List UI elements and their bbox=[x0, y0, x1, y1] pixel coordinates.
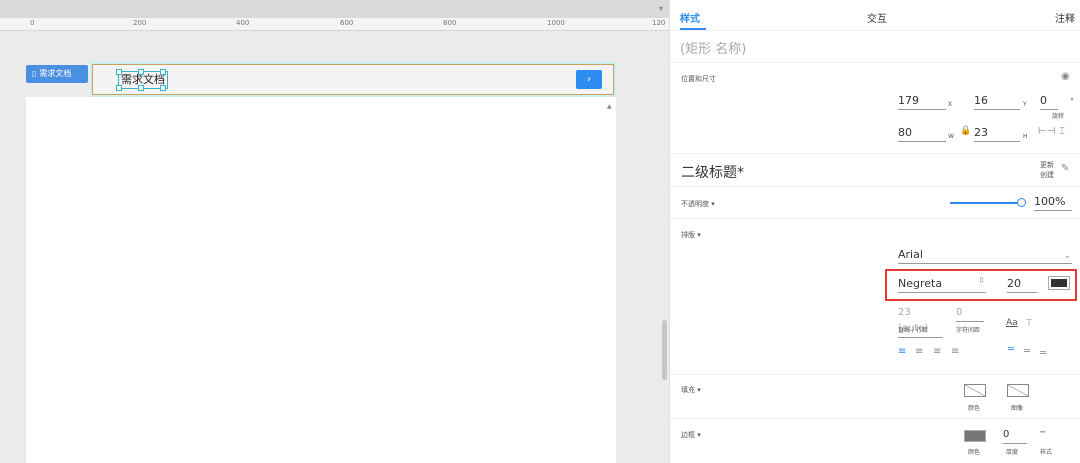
divider bbox=[670, 374, 1080, 375]
resize-handle[interactable] bbox=[138, 85, 144, 91]
align-right-icon[interactable]: ≡ bbox=[933, 346, 941, 357]
typography-label: 排版 ▾ bbox=[681, 231, 701, 239]
eye-icon[interactable]: ◉ bbox=[1061, 71, 1070, 82]
fill-color-label: 颜色 bbox=[968, 405, 981, 412]
font-family-select[interactable]: Arial bbox=[898, 247, 1072, 264]
scroll-up-icon[interactable]: ▲ bbox=[607, 103, 612, 110]
chevron-right-icon: › bbox=[587, 74, 591, 85]
align-left-icon[interactable]: ≡ bbox=[898, 346, 906, 357]
w-unit: W bbox=[948, 133, 954, 140]
rotation-field[interactable]: 0 bbox=[1040, 93, 1058, 110]
document-icon: ▯ bbox=[32, 69, 37, 78]
letter-spacing-label: 字符间距 bbox=[956, 327, 981, 334]
inspector-panel: 样式 交互 注释 (矩形 名称) 位置和尺寸 ◉ 179 X 16 Y 0 ° … bbox=[669, 0, 1080, 463]
border-style-icon[interactable]: ┅ bbox=[1040, 428, 1045, 438]
x-field[interactable]: 179 bbox=[898, 93, 946, 110]
border-label: 边框 ▾ bbox=[681, 431, 701, 439]
tag-label: 需求文档 bbox=[39, 69, 72, 78]
ruler-label: 1000 bbox=[547, 19, 565, 27]
fit-height-icon[interactable]: ⌶ bbox=[1059, 126, 1065, 137]
border-color-swatch[interactable] bbox=[964, 430, 986, 442]
ruler-label: 200 bbox=[133, 19, 147, 27]
shape-name-field[interactable]: (矩形 名称) bbox=[680, 38, 980, 57]
create-style-link[interactable]: 创建 bbox=[1040, 170, 1054, 180]
resize-handle[interactable] bbox=[138, 69, 144, 75]
opacity-label: 不透明度 ▾ bbox=[681, 200, 715, 208]
nav-arrow-button[interactable]: › bbox=[576, 70, 602, 89]
fill-color-swatch[interactable] bbox=[964, 384, 986, 397]
header-rectangle[interactable] bbox=[92, 64, 614, 95]
border-color-label: 颜色 bbox=[968, 449, 981, 456]
fill-label: 填充 ▾ bbox=[681, 386, 701, 394]
rotation-label: 旋转 bbox=[1052, 113, 1065, 120]
x-unit: X bbox=[948, 101, 953, 108]
requirement-doc-tag[interactable]: ▯ 需求文档 bbox=[26, 65, 88, 83]
h-unit: H bbox=[1023, 133, 1028, 140]
tab-style[interactable]: 样式 bbox=[680, 10, 700, 25]
top-bar: ▾ bbox=[0, 0, 669, 18]
ruler-dropdown-icon[interactable]: ▾ bbox=[659, 4, 663, 13]
resize-handle[interactable] bbox=[160, 85, 166, 91]
resize-handle[interactable] bbox=[116, 69, 122, 75]
divider bbox=[670, 62, 1080, 63]
page-canvas[interactable] bbox=[26, 97, 616, 463]
ruler-label: 120 bbox=[652, 19, 666, 27]
ruler-label: 0 bbox=[30, 19, 35, 27]
text-case-icon[interactable]: Aa bbox=[1006, 318, 1018, 328]
border-style-label: 样式 bbox=[1040, 449, 1053, 456]
inspector-tabs: 样式 交互 注释 bbox=[670, 0, 1080, 31]
vertical-scrollbar[interactable] bbox=[662, 320, 667, 380]
fill-image-label: 图像 bbox=[1011, 405, 1024, 412]
rotation-unit: ° bbox=[1070, 97, 1074, 106]
text-transform-icon[interactable]: T bbox=[1026, 318, 1032, 329]
position-size-label: 位置和尺寸 bbox=[681, 75, 716, 83]
fit-width-icon[interactable]: ⊢⊣ bbox=[1038, 126, 1055, 137]
divider bbox=[670, 418, 1080, 419]
chevron-down-icon: ⌄ bbox=[1064, 251, 1071, 260]
resize-handle[interactable] bbox=[116, 85, 122, 91]
width-field[interactable]: 80 bbox=[898, 125, 946, 142]
opacity-field[interactable]: 100% bbox=[1034, 194, 1072, 211]
active-tab-indicator bbox=[680, 28, 706, 30]
align-justify-icon[interactable]: ≡ bbox=[951, 346, 959, 357]
align-center-icon[interactable]: ≡ bbox=[915, 346, 923, 357]
divider bbox=[670, 218, 1080, 219]
fill-image-swatch[interactable] bbox=[1007, 384, 1029, 397]
divider bbox=[670, 186, 1080, 187]
y-unit: Y bbox=[1023, 101, 1027, 108]
highlight-box bbox=[885, 269, 1077, 301]
lock-icon[interactable]: 🔒 bbox=[960, 126, 971, 136]
border-thickness-field[interactable]: 0 bbox=[1003, 427, 1027, 444]
opacity-slider-track[interactable] bbox=[950, 202, 1020, 204]
letter-spacing-field[interactable]: 0 bbox=[956, 305, 984, 322]
line-height-label: 直线 / 行距 bbox=[898, 327, 928, 334]
valign-middle-icon[interactable]: ═ bbox=[1024, 346, 1030, 357]
divider bbox=[670, 153, 1080, 154]
opacity-slider-handle[interactable] bbox=[1017, 198, 1026, 207]
canvas-area[interactable]: ▾ 0 200 400 600 800 1000 120 ▯ 需求文档 需求文档… bbox=[0, 0, 669, 463]
ruler-label: 600 bbox=[340, 19, 354, 27]
horizontal-ruler: 0 200 400 600 800 1000 120 bbox=[0, 18, 669, 31]
ruler-label: 800 bbox=[443, 19, 457, 27]
tab-notes[interactable]: 注释 bbox=[1055, 10, 1075, 25]
y-field[interactable]: 16 bbox=[974, 93, 1020, 110]
valign-top-icon[interactable]: ═ bbox=[1008, 344, 1014, 355]
ruler-label: 400 bbox=[236, 19, 250, 27]
height-field[interactable]: 23 bbox=[974, 125, 1020, 142]
valign-bottom-icon[interactable]: ═ bbox=[1040, 348, 1046, 359]
resize-handle[interactable] bbox=[160, 69, 166, 75]
edit-style-icon[interactable]: ✎ bbox=[1061, 163, 1069, 174]
update-style-link[interactable]: 更新 bbox=[1040, 160, 1054, 170]
tab-interaction[interactable]: 交互 bbox=[867, 10, 887, 25]
border-thickness-label: 厚度 bbox=[1006, 449, 1019, 456]
style-name[interactable]: 二级标题* bbox=[681, 162, 744, 182]
